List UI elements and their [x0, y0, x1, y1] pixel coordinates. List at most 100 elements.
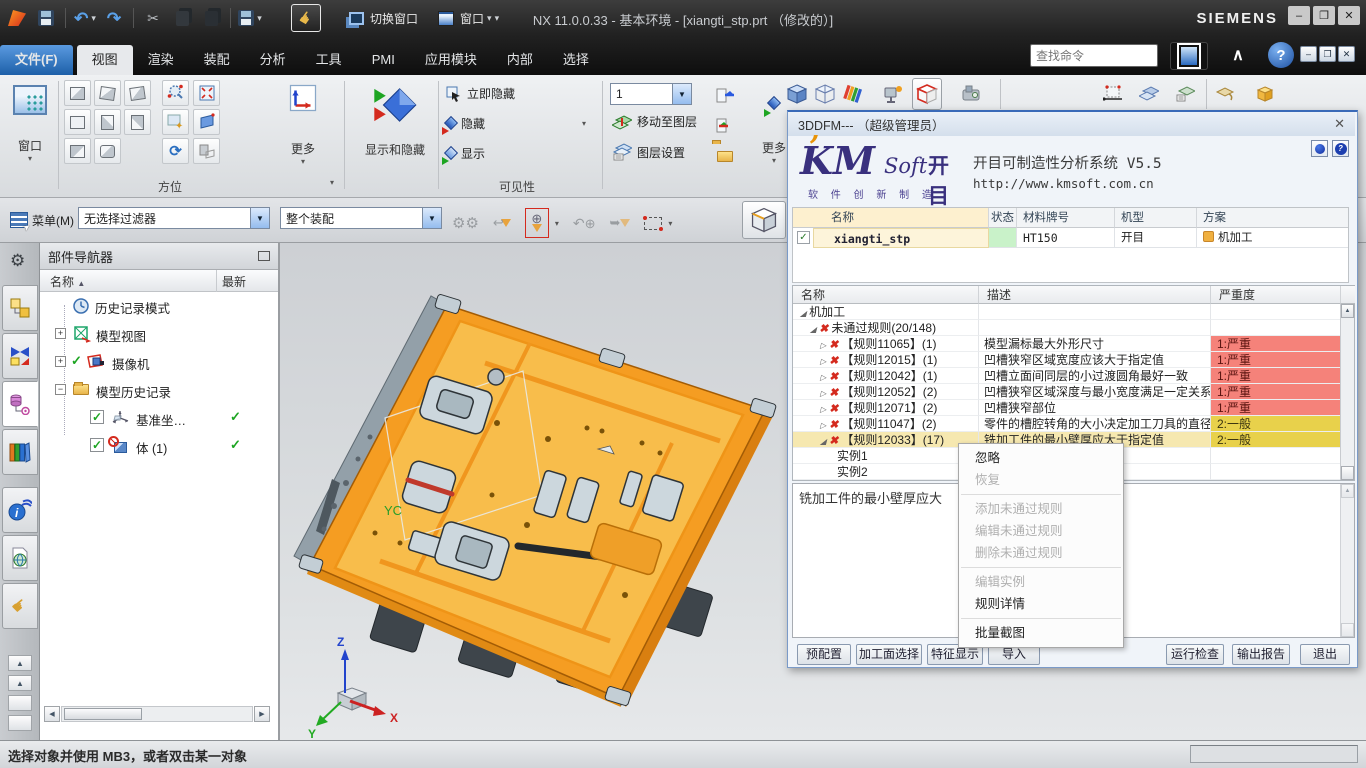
resource-scroll-down[interactable]: [8, 695, 32, 711]
view-left-button[interactable]: [94, 109, 121, 135]
help-button[interactable]: ?: [1268, 42, 1294, 68]
layer-visible-in-view-button[interactable]: [712, 83, 738, 109]
orient-more-button[interactable]: 更多 ▾: [272, 80, 334, 166]
col-header-material[interactable]: 材料牌号: [1017, 208, 1115, 228]
save-as-dropdown[interactable]: ▾: [257, 13, 262, 24]
zoom-button[interactable]: [162, 80, 189, 106]
checkbox-checked[interactable]: ✓: [90, 410, 104, 424]
copy-button[interactable]: [169, 5, 195, 31]
doc-minimize-button[interactable]: –: [1300, 46, 1317, 62]
pan-button[interactable]: ✦: [162, 109, 189, 135]
face-edges-button-active[interactable]: [912, 78, 942, 110]
view-trimetric-button[interactable]: [64, 80, 91, 106]
layers-stack-button[interactable]: [1136, 81, 1162, 107]
restore-button[interactable]: ❐: [1313, 6, 1335, 25]
expand-plus-icon[interactable]: +: [55, 328, 66, 339]
detail-scroll-down[interactable]: [1341, 623, 1354, 637]
tree-row-datum-csys[interactable]: ✓ 基准坐… ✓: [40, 404, 278, 432]
part-checkbox[interactable]: ✓: [797, 231, 810, 244]
dialog-close-icon[interactable]: ✕: [1334, 116, 1345, 132]
user-button[interactable]: [1311, 140, 1328, 157]
immediate-hide-button[interactable]: 立即隐藏: [446, 85, 515, 102]
minimize-ribbon-button[interactable]: ∧: [1218, 42, 1258, 70]
work-section-button[interactable]: [1252, 81, 1278, 107]
rect-select-dropdown[interactable]: ▾: [668, 219, 672, 228]
reuse-library-tab[interactable]: [2, 429, 38, 475]
tab-pmi[interactable]: PMI: [357, 45, 410, 75]
regenerate-button[interactable]: [193, 138, 220, 164]
expand-plus-icon[interactable]: +: [55, 356, 66, 367]
rules-col-name[interactable]: 名称: [793, 286, 979, 304]
cut-button[interactable]: ✂: [140, 5, 166, 31]
rule-row-12015[interactable]: ▷✖【规则12015】(1) 凹槽狭窄区域宽度应该大于指定值 1:严重: [793, 352, 1341, 368]
rectangle-select-icon[interactable]: [644, 217, 662, 230]
tab-application[interactable]: 应用模块: [410, 45, 492, 75]
clip-section-button[interactable]: [1212, 81, 1238, 107]
machining-face-button[interactable]: 加工面选择: [856, 644, 922, 665]
tree-row-body[interactable]: ✓ 体 (1) ✓: [40, 432, 278, 460]
tab-selection[interactable]: 选择: [548, 45, 604, 75]
rule-row-failed-group[interactable]: ◢✖未通过规则(20/148): [793, 320, 1341, 336]
rules-col-severity[interactable]: 严重度: [1211, 286, 1341, 304]
selection-scope-dropdown[interactable]: ▼: [422, 208, 441, 228]
work-layer-combo[interactable]: 1 ▼: [610, 83, 692, 105]
rules-scroll-down[interactable]: [1341, 466, 1354, 480]
nx-app-icon[interactable]: [4, 5, 30, 31]
window-group-button[interactable]: 窗口 ▾: [8, 81, 52, 163]
machining-display-button[interactable]: [958, 81, 984, 107]
doc-close-button[interactable]: ✕: [1338, 46, 1355, 62]
rules-scrollbar[interactable]: ▲: [1340, 304, 1354, 480]
rendering-style-button[interactable]: [840, 81, 866, 107]
column-name[interactable]: 名称 ▲: [50, 273, 85, 290]
tab-file[interactable]: 文件(F): [0, 45, 73, 75]
menu-item-ignore[interactable]: 忽略: [959, 447, 1123, 469]
undo-dropdown[interactable]: ▾: [91, 13, 96, 24]
col-header-name[interactable]: 名称: [793, 208, 989, 228]
assembly-navigator-tab[interactable]: [2, 285, 38, 331]
command-finder[interactable]: [1030, 44, 1158, 67]
paste-button[interactable]: [198, 5, 224, 31]
layers-settings2-button[interactable]: [1172, 81, 1198, 107]
resource-scroll-up[interactable]: ▲: [8, 675, 32, 691]
minimize-button[interactable]: –: [1288, 6, 1310, 25]
scroll-right-button[interactable]: ▶: [254, 706, 270, 722]
part-material-cell[interactable]: HT150: [1017, 228, 1115, 248]
fullscreen-button[interactable]: [1170, 42, 1208, 70]
exit-button[interactable]: 退出: [1300, 644, 1350, 665]
tab-assembly[interactable]: 装配: [189, 45, 245, 75]
wireframe-display-button[interactable]: [812, 81, 838, 107]
show-button[interactable]: 显示: [446, 145, 485, 162]
selection-scope-combo[interactable]: 整个装配 ▼: [280, 207, 442, 229]
move-to-layer-button[interactable]: 移动至图层: [612, 113, 697, 130]
output-report-button[interactable]: 输出报告: [1232, 644, 1290, 665]
redo-button[interactable]: ↷: [101, 5, 127, 31]
part-navigator-tab[interactable]: [2, 381, 38, 427]
view-right-button[interactable]: [124, 109, 151, 135]
perspective-button[interactable]: [193, 109, 220, 135]
rules-col-desc[interactable]: 描述: [979, 286, 1211, 304]
menu-button[interactable]: 菜单(M) ▾: [4, 204, 88, 236]
rules-scroll-up[interactable]: ▲: [1341, 304, 1354, 318]
rule-row-11047[interactable]: ▷✖【规则11047】(2) 零件的槽腔转角的大小决定加工刀具的直径... 2:…: [793, 416, 1341, 432]
studio-display-button[interactable]: [880, 81, 906, 107]
menu-item-rule-detail[interactable]: 规则详情: [959, 593, 1123, 615]
internet-tab[interactable]: i: [2, 487, 38, 533]
col-header-machine[interactable]: 机型: [1115, 208, 1197, 228]
scroll-track[interactable]: [61, 706, 253, 722]
filter-funnel-icon[interactable]: ↩: [493, 215, 511, 231]
snap-dropdown[interactable]: ▾: [555, 219, 559, 228]
expand-minus-icon[interactable]: −: [55, 384, 66, 395]
tab-tools[interactable]: 工具: [301, 45, 357, 75]
doc-restore-button[interactable]: ❐: [1319, 46, 1336, 62]
close-button[interactable]: ✕: [1338, 6, 1360, 25]
qat-customize-arrow[interactable]: ▾: [495, 13, 500, 24]
snap-point-button-active[interactable]: ⊕: [525, 208, 549, 238]
run-check-button[interactable]: 运行检查: [1166, 644, 1224, 665]
fit-view-button[interactable]: [193, 80, 220, 106]
preconfig-button[interactable]: 预配置: [797, 644, 851, 665]
history-tab[interactable]: [2, 535, 38, 581]
resource-scroll-bottom[interactable]: [8, 715, 32, 731]
layer-category-button[interactable]: [712, 113, 738, 139]
save-as-button[interactable]: ▾: [237, 5, 263, 31]
rotate-point-icon[interactable]: ↶⊕: [573, 215, 596, 232]
